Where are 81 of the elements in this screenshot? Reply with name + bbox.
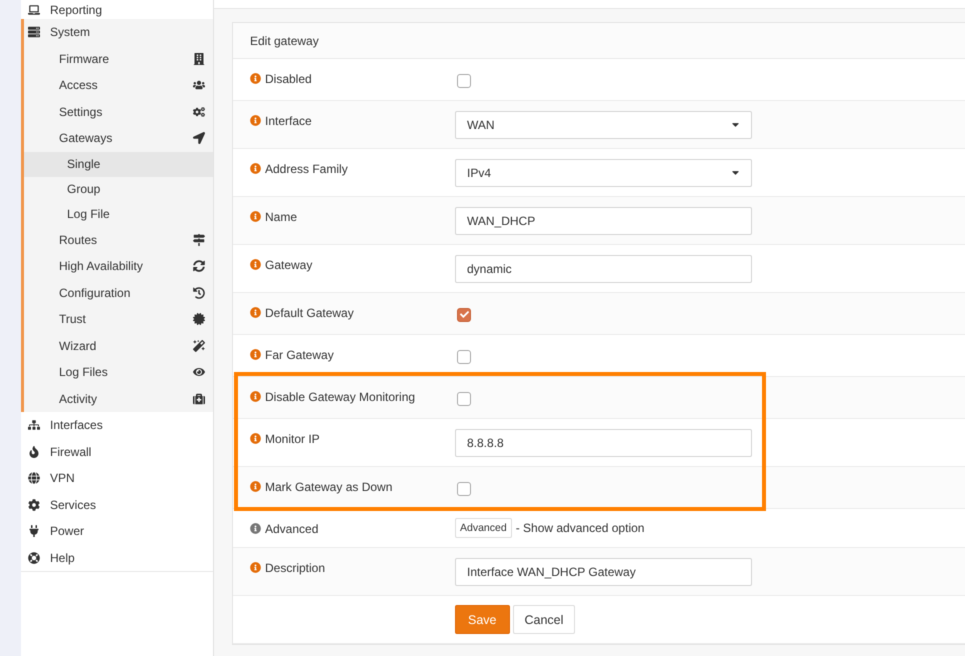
select-field[interactable]: WAN: [455, 110, 752, 138]
sidebar-item[interactable]: Firewall: [21, 438, 213, 465]
info-icon[interactable]: [250, 523, 261, 534]
gears-icon: [193, 106, 205, 118]
sidebar-subitem[interactable]: Trust: [24, 306, 213, 332]
info-icon[interactable]: [250, 211, 261, 222]
sidebar-item[interactable]: Reporting: [21, 0, 213, 19]
laptop-icon: [28, 4, 40, 16]
input-field[interactable]: WAN_DHCP: [455, 206, 752, 234]
sidebar-subitem[interactable]: High Availability: [24, 253, 213, 280]
sidebar-subitem[interactable]: Wizard: [24, 332, 213, 359]
field-label: Advanced: [265, 522, 318, 536]
globe-icon: [28, 472, 40, 484]
advanced-toggle[interactable]: Advanced: [455, 518, 512, 538]
sidebar-subitem[interactable]: Single: [21, 152, 213, 176]
sidebar-subitem[interactable]: Routes: [24, 226, 213, 253]
sidebar-item[interactable]: VPN: [21, 465, 213, 492]
checkbox[interactable]: [457, 482, 471, 496]
info-icon[interactable]: [250, 259, 261, 270]
sidebar-subitem[interactable]: Group: [21, 176, 213, 202]
field-label: Description: [265, 561, 326, 575]
gear-icon: [28, 498, 40, 511]
info-icon[interactable]: [250, 115, 261, 126]
plug-icon: [28, 525, 40, 538]
check-icon: [460, 310, 468, 319]
sitemap-icon: [28, 419, 40, 432]
help-note: - Show advanced option: [516, 521, 644, 535]
input-field[interactable]: Interface WAN_DHCP Gateway: [455, 558, 752, 586]
sync-icon: [193, 260, 205, 272]
info-icon[interactable]: [250, 433, 261, 444]
medkit-icon: [193, 392, 205, 405]
info-icon[interactable]: [250, 562, 261, 573]
fire-icon: [28, 446, 40, 458]
sidebar-item[interactable]: Interfaces: [21, 412, 213, 438]
select-field[interactable]: IPv4: [455, 158, 752, 186]
field-label: Mark Gateway as Down: [265, 480, 392, 494]
field-label: Disable Gateway Monitoring: [265, 390, 416, 404]
checkbox[interactable]: [457, 308, 471, 322]
info-icon[interactable]: [250, 349, 261, 360]
sidebar-item[interactable]: Power: [21, 518, 213, 544]
field-label: Gateway: [265, 258, 312, 272]
sidebar-subitem[interactable]: Configuration: [24, 280, 213, 306]
users-icon: [193, 79, 205, 92]
field-label: Disabled: [265, 72, 312, 86]
card-title: Edit gateway: [250, 34, 319, 48]
badge-icon: [193, 313, 205, 326]
info-icon[interactable]: [250, 391, 261, 402]
wand-icon: [193, 340, 205, 352]
info-icon[interactable]: [250, 73, 261, 84]
sidebar-item[interactable]: Help: [21, 544, 213, 571]
field-label: Default Gateway: [265, 306, 354, 320]
eye-icon: [193, 366, 205, 378]
field-label: Far Gateway: [265, 348, 334, 362]
sidebar-subitem[interactable]: Firmware: [24, 46, 213, 72]
input-field[interactable]: dynamic: [455, 254, 752, 282]
lifebuoy-icon: [28, 552, 40, 564]
field-label: Name: [265, 210, 298, 224]
field-label: Interface: [265, 114, 312, 128]
sidebar-subitem[interactable]: Activity: [24, 386, 213, 412]
signpost-icon: [193, 234, 205, 246]
server-icon: [28, 26, 40, 38]
building-icon: [193, 52, 205, 65]
history-icon: [193, 286, 205, 299]
info-icon[interactable]: [250, 307, 261, 318]
info-icon[interactable]: [250, 163, 261, 174]
sidebar-subitem[interactable]: Access: [24, 72, 213, 98]
checkbox[interactable]: [457, 350, 471, 364]
input-field[interactable]: 8.8.8.8: [455, 428, 752, 456]
cancel-button[interactable]: Cancel: [512, 605, 576, 634]
field-label: Monitor IP: [265, 432, 320, 446]
checkbox[interactable]: [457, 392, 471, 406]
sidebar-subitem[interactable]: Log Files: [24, 359, 213, 386]
sidebar-subitem[interactable]: Settings: [24, 98, 213, 125]
sidebar-subitem[interactable]: Gateways: [24, 125, 213, 152]
checkbox[interactable]: [457, 74, 471, 88]
field-label: Address Family: [265, 162, 348, 176]
arrow-icon: [193, 132, 205, 144]
sidebar-item[interactable]: System: [24, 19, 213, 46]
info-icon[interactable]: [250, 481, 261, 492]
sidebar-subitem[interactable]: Log File: [21, 202, 213, 226]
sidebar-item[interactable]: Services: [21, 492, 213, 518]
